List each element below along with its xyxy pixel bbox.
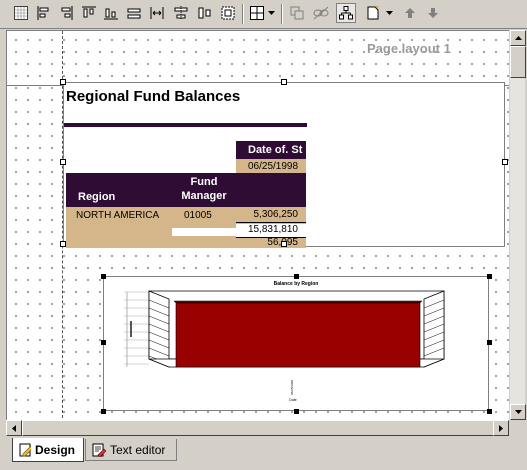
grid-settings-icon[interactable] [248,4,266,22]
chart-selection-handle[interactable] [487,274,492,279]
fund-manager-column-header[interactable]: Fund Manager [174,175,234,203]
selection-handle[interactable] [60,79,66,85]
selection-handle[interactable] [281,241,287,247]
center-vertically-icon[interactable] [196,4,214,22]
link-icon[interactable] [312,4,330,22]
fund-manager-header-line2: Manager [181,190,227,202]
scroll-down-button[interactable] [510,404,526,420]
selection-handle[interactable] [60,241,66,247]
chart-selection-handle[interactable] [101,274,106,279]
selection-handle[interactable] [60,159,66,165]
region-cell[interactable]: NORTH AMERICA [76,210,159,221]
horizontal-scroll-thumb[interactable] [22,420,495,436]
region-column-header[interactable]: Region [78,191,115,203]
chart-selection-handle[interactable] [101,340,106,345]
manager-cell[interactable]: 01005 [184,210,212,221]
vertical-scrollbar[interactable] [509,30,526,436]
chart-selection-handle[interactable] [487,340,492,345]
scroll-left-button[interactable] [6,420,22,436]
toolbar-separator [242,4,244,24]
chart-left-wall [148,290,170,368]
align-top-icon[interactable] [80,4,98,22]
align-right-icon[interactable] [57,4,75,22]
move-up-icon[interactable] [401,4,419,22]
design-surface[interactable]: Page layout 1 Regional Fund Balances Dat… [7,31,512,423]
fund-manager-header-line1: Fund [190,176,218,188]
chart-bars [173,300,423,368]
make-same-height-icon[interactable] [148,4,166,22]
tab-text-editor[interactable]: Text editor [85,439,177,461]
move-down-icon[interactable] [424,4,442,22]
align-bottom-icon[interactable] [102,4,120,22]
chart-selection-handle[interactable] [294,274,299,279]
chart-bar [175,302,421,368]
balance-chart: Balance by Region 06/25/1998 Date [124,281,445,402]
grid-icon[interactable] [12,4,30,22]
selection-handle[interactable] [502,159,508,165]
report-title: Regional Fund Balances [66,88,241,105]
scroll-up-button[interactable] [510,30,526,46]
text-editor-icon [92,443,106,457]
manager-bottom-cell [172,236,236,248]
chart-x-axis-label: Date [289,398,296,402]
design-surface-frame: Page layout 1 Regional Fund Balances Dat… [6,30,518,436]
make-same-width-icon[interactable] [125,4,143,22]
chart-y-ticks [124,291,149,367]
hierarchy-icon[interactable] [336,3,356,23]
center-horizontally-icon[interactable] [172,4,190,22]
scroll-right-button[interactable] [493,420,509,436]
chart-selection-handle[interactable] [101,409,106,414]
chevron-down-icon[interactable] [266,4,276,22]
chart-selection-handle[interactable] [487,409,492,414]
align-left-icon[interactable] [35,4,53,22]
tab-design[interactable]: Design [12,438,84,462]
vertical-scroll-thumb[interactable] [510,46,526,78]
bring-forward-icon[interactable] [288,4,306,22]
title-rule [64,123,307,127]
balance-chart-object[interactable]: Balance by Region 06/25/1998 Date [103,276,489,411]
tab-design-label: Design [34,442,75,457]
horizontal-scrollbar[interactable] [6,420,509,436]
chart-y-axis-label-mark [130,321,132,337]
chart-right-wall [423,290,445,368]
date-column-header[interactable]: Date of. St [236,141,306,159]
fund-balance-table-section[interactable]: Regional Fund Balances Date of. St 06/25… [63,82,505,248]
chart-x-tick: 06/25/1998 [290,380,294,395]
scrollbar-corner [509,420,525,436]
make-same-size-icon[interactable] [219,4,237,22]
value-cell[interactable]: 5,306,250 [236,209,306,223]
value-cell[interactable]: 56,095 [236,238,306,248]
value-cell[interactable]: 15,831,810 [236,224,306,238]
designer-toolbar [0,0,527,29]
design-icon [19,443,31,456]
new-item-icon[interactable] [364,4,382,22]
toolbar-separator [281,4,283,24]
chart-title: Balance by Region [274,281,319,287]
page-layout-label: Page layout 1 [367,41,451,56]
chevron-down-icon[interactable] [384,4,394,22]
selection-handle[interactable] [281,79,287,85]
tab-text-editor-label: Text editor [110,442,166,457]
chart-selection-handle[interactable] [294,409,299,414]
